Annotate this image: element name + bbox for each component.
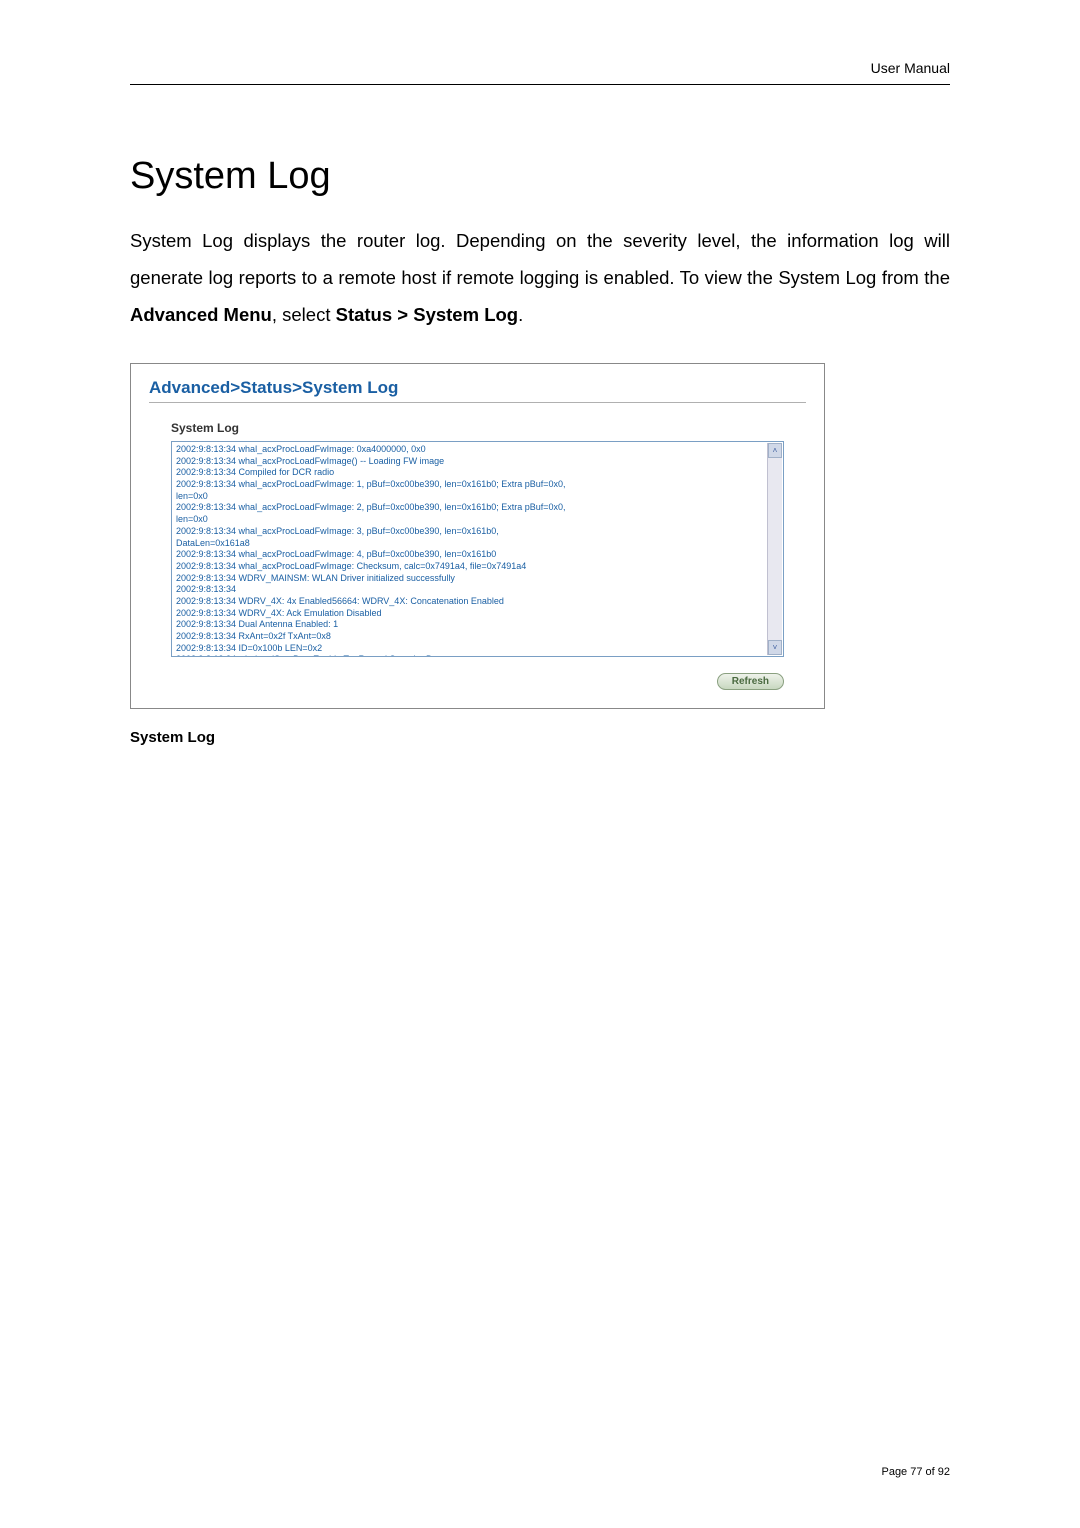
breadcrumb-divider [149, 402, 806, 403]
page-header: User Manual [130, 60, 950, 85]
log-line: 2002:9:8:13:34 WDRV_MAINSM: WLAN Driver … [176, 573, 779, 585]
scroll-down-icon[interactable]: ˅ [768, 640, 782, 655]
log-line: 2002:9:8:13:34 whal_acxProcLoadFwImage: … [176, 444, 779, 456]
log-line: len=0x0 [176, 514, 779, 526]
log-line: 2002:9:8:13:34 whal_acxProcLoadFwImage: … [176, 526, 779, 538]
log-line: 2002:9:8:13:34 WDRV_4X: 4x Enabled56664:… [176, 596, 779, 608]
para-part3: . [518, 304, 523, 325]
breadcrumb: Advanced>Status>System Log [149, 378, 806, 398]
screenshot-panel: Advanced>Status>System Log System Log 20… [130, 363, 825, 709]
log-line: 2002:9:8:13:34 Compiled for DCR radio [176, 467, 779, 479]
log-line: 2002:9:8:13:34 ID=0x100b LEN=0x2 [176, 643, 779, 655]
intro-paragraph: System Log displays the router log. Depe… [130, 222, 950, 333]
log-line: 2002:9:8:13:34 [176, 584, 779, 596]
log-line: 2002:9:8:13:34 RxAnt=0x2f TxAnt=0x8 [176, 631, 779, 643]
log-line: 2002:9:8:13:34 whal_acxProcLoadFwImage: … [176, 549, 779, 561]
para-part2: , select [272, 304, 336, 325]
para-part1: System Log displays the router log. Depe… [130, 230, 950, 288]
header-right-text: User Manual [871, 60, 950, 76]
log-line: 2002:9:8:13:34 whal_acxProcLoadFwImage: … [176, 561, 779, 573]
para-bold2: Status > System Log [336, 304, 518, 325]
para-bold1: Advanced Menu [130, 304, 272, 325]
log-line: 2002:9:8:13:34 whal_apiStartBss: Enable … [176, 654, 779, 657]
figure-caption: System Log [130, 729, 950, 746]
refresh-button[interactable]: Refresh [717, 673, 784, 690]
log-line: DataLen=0x161a8 [176, 538, 779, 550]
page-footer: Page 77 of 92 [881, 1466, 950, 1478]
log-line: 2002:9:8:13:34 whal_acxProcLoadFwImage: … [176, 479, 779, 491]
page-number: Page 77 of 92 [881, 1466, 950, 1478]
scrollbar[interactable]: ˄ ˅ [767, 443, 782, 655]
log-line: 2002:9:8:13:34 whal_acxProcLoadFwImage: … [176, 502, 779, 514]
page-title: System Log [130, 155, 950, 198]
log-line: 2002:9:8:13:34 WDRV_4X: Ack Emulation Di… [176, 608, 779, 620]
log-section-title: System Log [171, 421, 806, 435]
log-line: 2002:9:8:13:34 whal_acxProcLoadFwImage()… [176, 456, 779, 468]
log-line: len=0x0 [176, 491, 779, 503]
log-textarea[interactable]: 2002:9:8:13:34 whal_acxProcLoadFwImage: … [171, 441, 784, 657]
log-line: 2002:9:8:13:34 Dual Antenna Enabled: 1 [176, 619, 779, 631]
scroll-up-icon[interactable]: ˄ [768, 443, 782, 458]
